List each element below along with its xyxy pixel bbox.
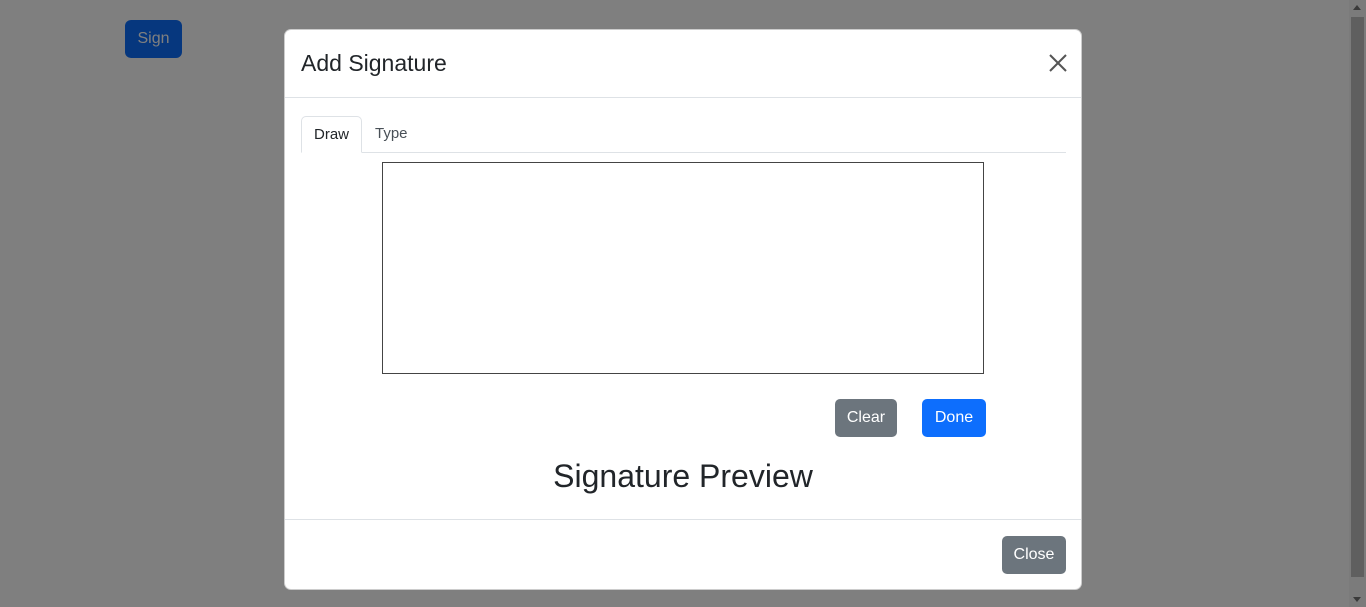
tab-type[interactable]: Type [363, 116, 420, 152]
done-button[interactable]: Done [922, 399, 986, 437]
scrollbar-thumb[interactable] [1351, 17, 1364, 577]
modal-header: Add Signature [285, 30, 1081, 98]
scroll-down-arrow-icon[interactable] [1353, 597, 1361, 602]
close-icon[interactable] [1047, 52, 1069, 74]
scroll-up-arrow-icon[interactable] [1353, 5, 1361, 10]
clear-button[interactable]: Clear [835, 399, 897, 437]
add-signature-modal: Add Signature Draw Type Clear Done Signa… [284, 29, 1082, 590]
footer-close-button[interactable]: Close [1002, 536, 1066, 574]
modal-footer: Close [285, 519, 1081, 589]
signature-draw-canvas[interactable] [382, 162, 984, 374]
modal-title: Add Signature [301, 50, 447, 76]
tab-draw[interactable]: Draw [301, 116, 363, 153]
signature-tabs: Draw Type [301, 116, 1066, 153]
page: Sign Add Signature Draw Type Clear Done … [0, 0, 1366, 607]
vertical-scrollbar[interactable] [1349, 0, 1366, 607]
signature-preview-heading: Signature Preview [553, 458, 813, 494]
